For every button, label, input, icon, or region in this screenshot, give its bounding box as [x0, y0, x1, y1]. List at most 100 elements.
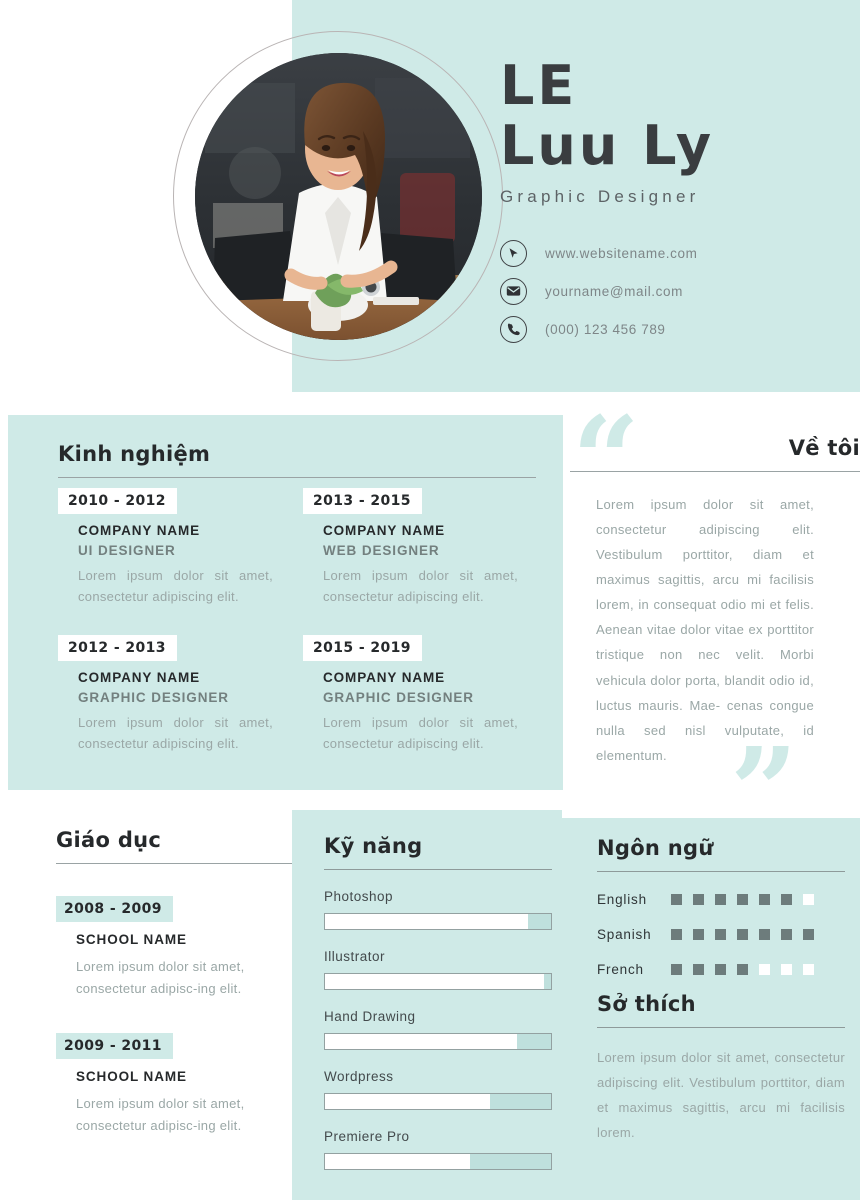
contact-row-phone[interactable]: (000) 123 456 789 [500, 310, 850, 348]
rating-box-empty [759, 964, 770, 975]
phone-icon [500, 315, 527, 343]
hobbies-title: Sở thích [597, 992, 696, 1016]
rating-box-filled [803, 929, 814, 940]
education-description: Lorem ipsum dolor sit amet, consectetur … [76, 959, 245, 997]
cursor-icon [500, 239, 527, 267]
rating-box-empty [803, 894, 814, 905]
skill-item: Photoshop [324, 889, 552, 930]
skill-name: Illustrator [324, 949, 386, 964]
skill-name: Premiere Pro [324, 1129, 410, 1144]
experience-description: Lorem ipsum dolor sit amet, consectetur … [323, 568, 518, 605]
language-rating [671, 929, 814, 940]
profile-photo-illustration [195, 53, 482, 340]
experience-company: COMPANY NAME [78, 670, 201, 686]
education-item-body: SCHOOL NAME Lorem ipsum dolor sit amet, … [56, 932, 294, 1001]
skill-item: Illustrator [324, 949, 552, 990]
experience-company: COMPANY NAME [323, 670, 446, 686]
hobbies-section: Sở thích Lorem ipsum dolor sit amet, con… [597, 992, 845, 1146]
education-item: 2009 - 2011 SCHOOL NAME Lorem ipsum dolo… [56, 1032, 294, 1138]
first-name: LE [500, 54, 578, 117]
rating-box-filled [715, 929, 726, 940]
education-dates: 2008 - 2009 [56, 896, 173, 922]
rating-box-filled [781, 894, 792, 905]
skill-bar-fill [325, 1154, 470, 1169]
experience-job-title: UI DESIGNER [78, 543, 176, 558]
rating-box-filled [737, 929, 748, 940]
envelope-icon [500, 277, 527, 305]
languages-section: Ngôn ngữ English Spanish French [597, 836, 845, 977]
education-item-body: SCHOOL NAME Lorem ipsum dolor sit amet, … [56, 1069, 294, 1138]
education-dates: 2009 - 2011 [56, 1032, 173, 1059]
skill-bar-fill [325, 974, 545, 989]
skill-bar-fill [325, 1094, 490, 1109]
skills-panel: Kỹ năng Photoshop Illustrator Hand Drawi… [292, 810, 562, 1200]
experience-item: 2013 - 2015 COMPANY NAME WEB DESIGNER Lo… [303, 488, 548, 607]
experience-dates: 2012 - 2013 [58, 635, 177, 662]
rating-box-filled [715, 964, 726, 975]
experience-header: Kinh nghiệm [58, 442, 536, 478]
experience-item-body: COMPANY NAME WEB DESIGNER Lorem ipsum do… [303, 523, 548, 607]
language-rating [671, 894, 814, 905]
skill-item: Premiere Pro [324, 1129, 552, 1170]
name-block: LE Luu Ly Graphic Designer [500, 54, 850, 207]
education-description: Lorem ipsum dolor sit amet, consectetur … [76, 1095, 245, 1134]
experience-item-body: COMPANY NAME GRAPHIC DESIGNER Lorem ipsu… [58, 670, 303, 754]
experience-company: COMPANY NAME [323, 523, 446, 538]
rating-box-filled [671, 964, 682, 975]
hobbies-divider [597, 1027, 845, 1028]
experience-item-body: COMPANY NAME UI DESIGNER Lorem ipsum dol… [58, 523, 303, 607]
education-item: 2008 - 2009 SCHOOL NAME Lorem ipsum dolo… [56, 896, 294, 1001]
language-name: Spanish [597, 927, 652, 942]
skill-bar-track [324, 913, 552, 930]
language-row: Spanish [597, 927, 845, 942]
education-school: SCHOOL NAME [76, 1068, 187, 1084]
education-divider [56, 863, 294, 864]
rating-box-filled [693, 964, 704, 975]
last-name: Luu Ly [500, 114, 715, 178]
experience-dates: 2015 - 2019 [303, 635, 422, 662]
about-title: Về tôi [788, 436, 860, 460]
skill-bar-track [324, 973, 552, 990]
skill-bar-fill [325, 1034, 518, 1049]
experience-title: Kinh nghiệm [58, 442, 211, 466]
experience-item: 2015 - 2019 COMPANY NAME GRAPHIC DESIGNE… [303, 635, 548, 754]
skills-divider [324, 869, 552, 870]
education-title: Giáo dục [56, 828, 162, 852]
languages-hobbies-panel: Ngôn ngữ English Spanish French Sở thích… [555, 818, 860, 1200]
rating-box-empty [803, 964, 814, 975]
education-section: Giáo dục 2008 - 2009 SCHOOL NAME Lorem i… [56, 828, 294, 1137]
skills-section: Kỹ năng Photoshop Illustrator Hand Drawi… [324, 834, 552, 1170]
rating-box-filled [671, 894, 682, 905]
contact-list: www.websitename.com yourname@mail.com (0… [500, 234, 850, 348]
skill-bar-track [324, 1033, 552, 1050]
experience-dates: 2013 - 2015 [303, 488, 422, 514]
experience-item-body: COMPANY NAME GRAPHIC DESIGNER Lorem ipsu… [303, 670, 548, 754]
rating-box-filled [759, 929, 770, 940]
rating-box-filled [737, 894, 748, 905]
contact-website-text: www.websitename.com [545, 245, 698, 261]
language-row: English [597, 892, 845, 907]
language-row: French [597, 962, 845, 977]
experience-divider [58, 477, 536, 478]
skill-bar-fill [325, 914, 529, 929]
skill-item: Hand Drawing [324, 1009, 552, 1050]
resume-page: LE Luu Ly Graphic Designer www.websitena… [0, 0, 860, 1200]
experience-item: 2012 - 2013 COMPANY NAME GRAPHIC DESIGNE… [58, 635, 303, 754]
languages-divider [597, 871, 845, 872]
profile-photo [195, 53, 482, 340]
experience-description: Lorem ipsum dolor sit amet, consectetur … [78, 568, 273, 605]
contact-row-website[interactable]: www.websitename.com [500, 234, 850, 272]
rating-box-filled [715, 894, 726, 905]
experience-description: Lorem ipsum dolor sit amet, consectetur … [323, 715, 518, 752]
skill-name: Wordpress [324, 1069, 394, 1084]
experience-job-title: GRAPHIC DESIGNER [323, 690, 474, 706]
experience-job-title: GRAPHIC DESIGNER [78, 690, 229, 706]
contact-row-email[interactable]: yourname@mail.com [500, 272, 850, 310]
language-name: English [597, 892, 647, 907]
rating-box-filled [693, 894, 704, 905]
contact-email-text: yourname@mail.com [545, 283, 683, 299]
skill-name: Hand Drawing [324, 1009, 416, 1024]
rating-box-filled [693, 929, 704, 940]
language-name: French [597, 962, 644, 977]
skill-bar-track [324, 1153, 552, 1170]
